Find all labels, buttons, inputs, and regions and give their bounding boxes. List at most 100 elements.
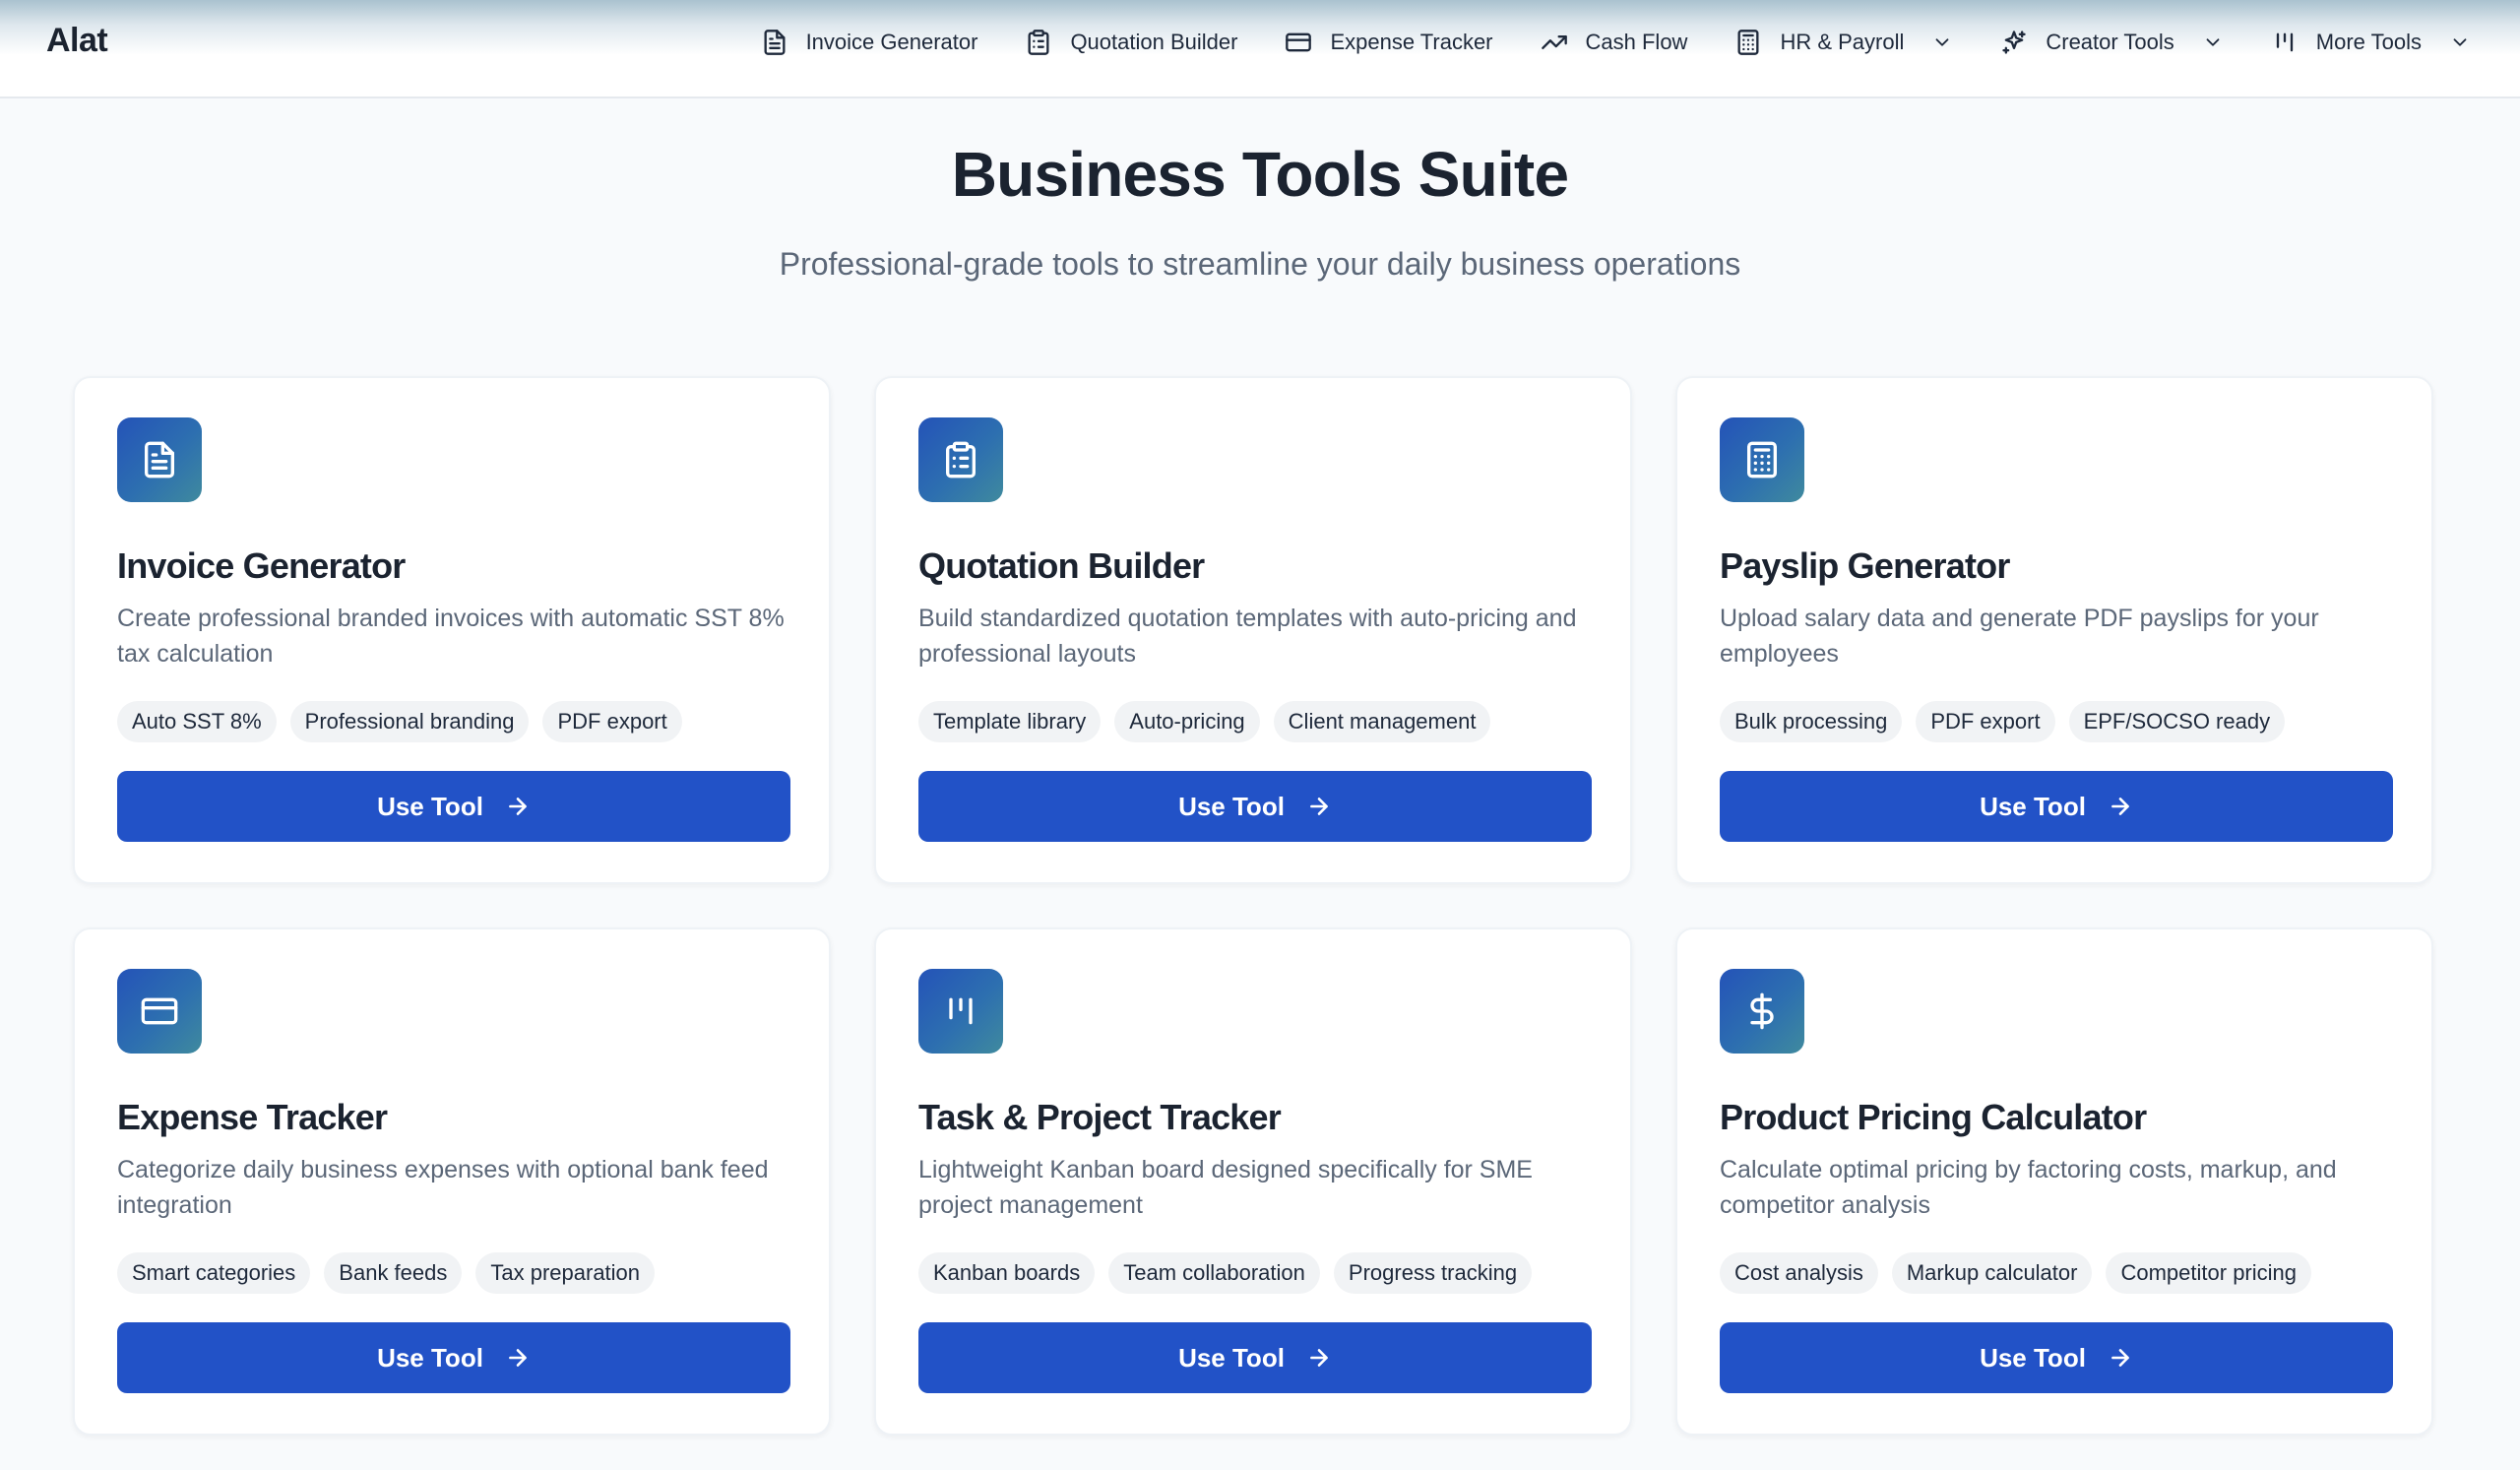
feature-tag: Team collaboration <box>1108 1252 1320 1294</box>
kanban-icon <box>2276 32 2293 52</box>
nav-invoice-generator[interactable]: Invoice Generator <box>761 29 978 56</box>
tool-card-quotation-builder: Quotation Builder Build standardized quo… <box>874 376 1632 884</box>
tool-card-product-pricing-calculator: Product Pricing Calculator Calculate opt… <box>1675 927 2433 1436</box>
use-tool-button[interactable]: Use Tool <box>918 771 1592 842</box>
feature-tag: Competitor pricing <box>2106 1252 2311 1294</box>
nav-label: More Tools <box>2315 30 2422 54</box>
tools-grid: Invoice Generator Create professional br… <box>73 376 2433 1436</box>
use-tool-button[interactable]: Use Tool <box>117 1322 790 1393</box>
feature-tag: Client management <box>1273 701 1491 742</box>
clipboard-list-icon <box>1028 30 1049 55</box>
kanban-icon <box>949 997 973 1025</box>
feature-tag: Auto SST 8% <box>117 701 277 742</box>
file-text-icon <box>145 441 174 479</box>
nav-label: HR & Payroll <box>1780 30 1905 54</box>
feature-tag: PDF export <box>542 701 682 742</box>
clipboard-list-icon <box>946 441 976 479</box>
use-tool-button[interactable]: Use Tool <box>117 771 790 842</box>
feature-tag: Template library <box>918 701 1102 742</box>
card-icon-badge <box>117 969 202 1054</box>
nav-label: Invoice Generator <box>805 30 978 54</box>
button-label: Use Tool <box>1980 791 2086 821</box>
button-label: Use Tool <box>377 791 483 821</box>
card-icon-badge <box>918 969 1003 1054</box>
top-navigation-bar: Alat Invoice Generator Quotation Builder… <box>0 0 2520 98</box>
feature-tag: EPF/SOCSO ready <box>2068 701 2286 742</box>
page-title: Business Tools Suite <box>951 139 1569 210</box>
sparkles-icon <box>2002 31 2027 54</box>
tool-card-invoice-generator: Invoice Generator Create professional br… <box>73 376 831 884</box>
feature-tag: Tax preparation <box>475 1252 656 1294</box>
feature-tag: Professional branding <box>289 701 530 742</box>
calculator-icon <box>1737 30 1759 55</box>
feature-tag: PDF export <box>1916 701 2055 742</box>
card-description: Build standardized quotation templates w… <box>918 605 1577 668</box>
credit-card-icon <box>141 997 178 1025</box>
nav-quotation-builder[interactable]: Quotation Builder <box>1025 29 1237 56</box>
tool-card-task-project-tracker: Task & Project Tracker Lightweight Kanba… <box>874 927 1632 1436</box>
nav-cash-flow[interactable]: Cash Flow <box>1541 29 1688 56</box>
arrow-right-icon <box>1310 798 1328 815</box>
arrow-right-icon <box>1310 1349 1328 1367</box>
card-icon-badge <box>1720 969 1804 1054</box>
card-icon-badge <box>918 417 1003 502</box>
button-label: Use Tool <box>1178 791 1285 821</box>
feature-tag: Bank feeds <box>324 1252 463 1294</box>
card-tags: Auto SST 8% Professional branding PDF ex… <box>117 701 682 742</box>
feature-tag: Progress tracking <box>1333 1252 1533 1294</box>
nav-label: Expense Tracker <box>1330 30 1493 54</box>
nav-more-tools-dropdown[interactable]: More Tools <box>2271 29 2471 56</box>
arrow-right-icon <box>509 798 527 815</box>
nav-expense-tracker[interactable]: Expense Tracker <box>1285 29 1493 56</box>
chevron-down-icon <box>2453 38 2467 46</box>
card-tags: Bulk processing PDF export EPF/SOCSO rea… <box>1720 701 2286 742</box>
arrow-right-icon <box>2111 1349 2129 1367</box>
use-tool-button[interactable]: Use Tool <box>1720 771 2393 842</box>
card-tags: Kanban boards Team collaboration Progres… <box>918 1252 1533 1294</box>
use-tool-button[interactable]: Use Tool <box>918 1322 1592 1393</box>
file-text-icon <box>764 30 786 55</box>
arrow-right-icon <box>509 1349 527 1367</box>
card-description: Create professional branded invoices wit… <box>117 605 785 668</box>
nav-label: Creator Tools <box>2046 30 2174 54</box>
calculator-icon <box>1747 441 1777 479</box>
feature-tag: Markup calculator <box>1891 1252 2093 1294</box>
feature-tag: Cost analysis <box>1720 1252 1878 1294</box>
dollar-sign-icon <box>1750 992 1774 1030</box>
credit-card-icon <box>1286 32 1312 52</box>
feature-tag: Auto-pricing <box>1114 701 1260 742</box>
brand-logo[interactable]: Alat <box>46 22 108 60</box>
button-label: Use Tool <box>1980 1342 2086 1373</box>
chevron-down-icon <box>2206 38 2220 46</box>
card-title: Invoice Generator <box>117 545 406 586</box>
tool-card-payslip-generator: Payslip Generator Upload salary data and… <box>1675 376 2433 884</box>
card-title: Expense Tracker <box>117 1097 388 1137</box>
card-title: Product Pricing Calculator <box>1720 1097 2147 1137</box>
card-icon-badge <box>117 417 202 502</box>
main-nav: Invoice Generator Quotation Builder Expe… <box>761 22 2471 63</box>
trending-up-icon <box>1541 35 1567 49</box>
card-tags: Smart categories Bank feeds Tax preparat… <box>117 1252 656 1294</box>
tool-card-expense-tracker: Expense Tracker Categorize daily busines… <box>73 927 831 1436</box>
card-title: Payslip Generator <box>1720 545 2010 586</box>
chevron-down-icon <box>1935 38 1949 46</box>
nav-label: Cash Flow <box>1585 30 1688 54</box>
use-tool-button[interactable]: Use Tool <box>1720 1322 2393 1393</box>
card-tags: Cost analysis Markup calculator Competit… <box>1720 1252 2311 1294</box>
card-icon-badge <box>1720 417 1804 502</box>
card-description: Lightweight Kanban board designed specif… <box>918 1156 1533 1219</box>
card-title: Task & Project Tracker <box>918 1097 1282 1137</box>
card-description: Calculate optimal pricing by factoring c… <box>1720 1156 2337 1219</box>
card-description: Categorize daily business expenses with … <box>117 1156 769 1219</box>
nav-creator-tools-dropdown[interactable]: Creator Tools <box>2000 29 2223 56</box>
button-label: Use Tool <box>1178 1342 1285 1373</box>
nav-hr-payroll-dropdown[interactable]: HR & Payroll <box>1734 29 1953 56</box>
nav-label: Quotation Builder <box>1070 30 1238 54</box>
feature-tag: Kanban boards <box>918 1252 1096 1294</box>
feature-tag: Smart categories <box>117 1252 311 1294</box>
card-title: Quotation Builder <box>918 545 1205 586</box>
page-subtitle: Professional-grade tools to streamline y… <box>779 246 1741 282</box>
card-description: Upload salary data and generate PDF pays… <box>1720 605 2319 668</box>
feature-tag: Bulk processing <box>1720 701 1903 742</box>
arrow-right-icon <box>2111 798 2129 815</box>
